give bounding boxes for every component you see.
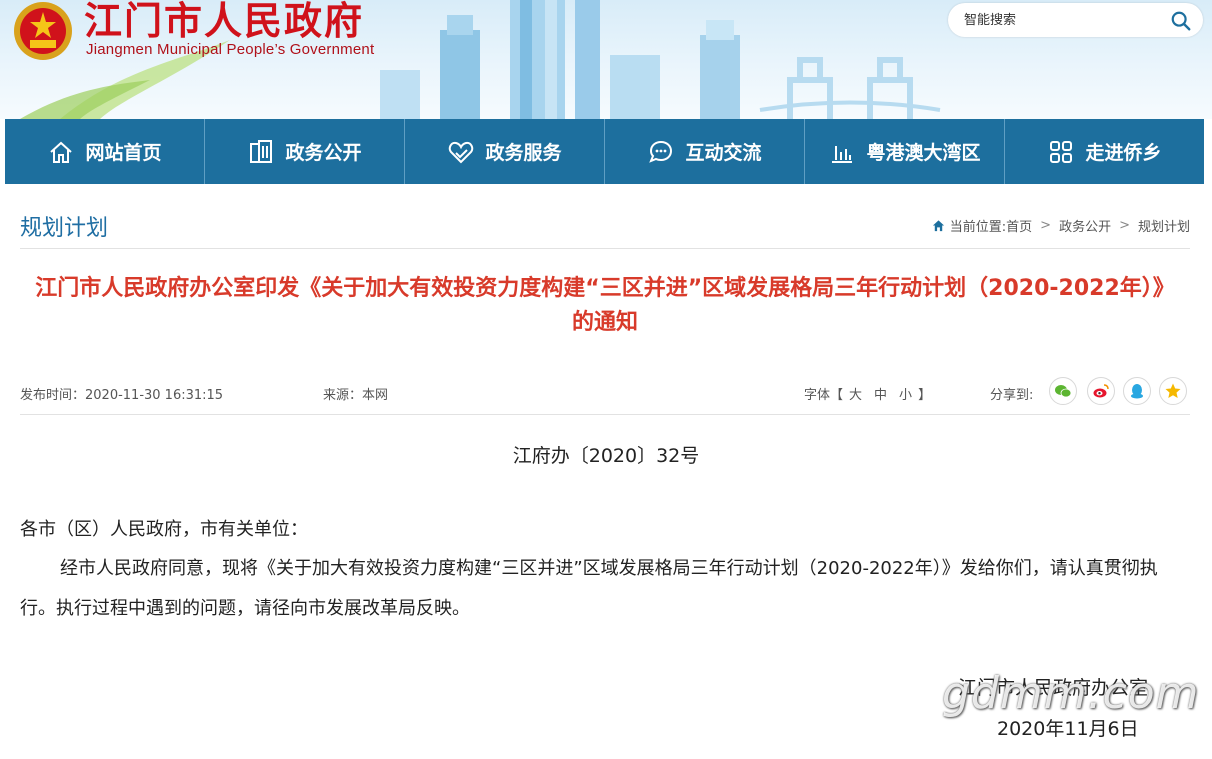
publish-time: 发布时间：2020-11-30 16:31:15 — [20, 388, 224, 403]
nav-item-greater-bay-area[interactable]: 粤港澳大湾区 — [805, 119, 1005, 184]
breadcrumb-separator: > — [1119, 218, 1130, 233]
font-medium-button[interactable]: 中 — [874, 388, 887, 403]
qq-icon — [1131, 384, 1143, 399]
building-icon — [250, 139, 273, 163]
nav-item-label: 网站首页 — [85, 142, 162, 164]
nav-item-label: 政务服务 — [485, 142, 562, 164]
wechat-icon — [1055, 385, 1072, 398]
nav-item-hometown[interactable]: 走进侨乡 — [1005, 119, 1204, 184]
section-title: 规划计划 — [20, 216, 109, 241]
salutation: 各市（区）人民政府，市有关单位： — [20, 519, 308, 540]
search-icon[interactable] — [1170, 10, 1192, 32]
breadcrumb-gov-affairs-link[interactable]: 政务公开 — [1059, 216, 1111, 235]
breadcrumb: 当前位置: 首页 > 政务公开 > 规划计划 — [932, 216, 1190, 235]
weibo-icon — [1093, 384, 1109, 398]
site-title: 江门市人民政府 — [84, 0, 365, 43]
divider — [20, 248, 1190, 249]
article-title: 江门市人民政府办公室印发《关于加大有效投资力度构建“三区并进”区域发展格局三年行… — [35, 276, 1175, 335]
breadcrumb-current[interactable]: 规划计划 — [1138, 216, 1190, 235]
home-icon — [932, 220, 944, 232]
share-wechat-button[interactable] — [1049, 377, 1077, 405]
site-header: 江门市人民政府 Jiangmen Municipal People’s Gove… — [0, 0, 1212, 119]
font-label-close: 】 — [918, 388, 932, 403]
share-qzone-button[interactable] — [1159, 377, 1187, 405]
breadcrumb-home-link[interactable]: 首页 — [1006, 216, 1032, 235]
nav-item-gov-services[interactable]: 政务服务 — [405, 119, 605, 184]
article-meta: 发布时间：2020-11-30 16:31:15 来源：本网 — [20, 384, 388, 403]
breadcrumb-prefix: 当前位置: — [949, 220, 1007, 235]
font-small-button[interactable]: 小 — [899, 388, 912, 403]
site-subtitle: Jiangmen Municipal People’s Government — [86, 41, 375, 58]
font-large-button[interactable]: 大 — [849, 388, 862, 403]
chat-bubbles-icon — [649, 140, 673, 163]
nav-item-label: 政务公开 — [285, 142, 362, 164]
nav-item-home[interactable]: 网站首页 — [5, 119, 205, 184]
search-input[interactable] — [964, 11, 1154, 29]
document-number: 江府办〔2020〕32号 — [512, 445, 700, 467]
bar-chart-icon — [832, 145, 853, 163]
home-icon — [50, 141, 73, 163]
watermark: gdmm.com — [942, 668, 1200, 719]
body-paragraph: 经市人民政府同意，现将《关于加大有效投资力度构建“三区并进”区域发展格局三年行动… — [20, 558, 1158, 619]
nav-item-gov-affairs[interactable]: 政务公开 — [205, 119, 405, 184]
heart-hands-icon — [449, 141, 474, 163]
font-label: 字体【 — [804, 388, 844, 403]
national-emblem-logo — [14, 2, 72, 60]
nav-item-interaction[interactable]: 互动交流 — [605, 119, 805, 184]
nav-item-label: 粤港澳大湾区 — [866, 142, 981, 164]
breadcrumb-separator: > — [1040, 218, 1052, 233]
article-source: 来源：本网 — [323, 388, 389, 403]
nav-item-label: 互动交流 — [685, 142, 762, 164]
share-label: 分享到: — [990, 388, 1034, 403]
share-weibo-button[interactable] — [1087, 377, 1115, 405]
qzone-icon — [1165, 383, 1181, 398]
search-box — [948, 3, 1203, 37]
font-size-control: 字体【大中小】 — [804, 384, 931, 403]
nav-item-label: 走进侨乡 — [1085, 142, 1162, 164]
main-nav: 网站首页 政务公开 政务服务 互动交流 粤港澳大湾区 走进侨乡 — [5, 119, 1204, 184]
grid-icon — [1050, 140, 1073, 163]
share-qq-button[interactable] — [1123, 377, 1151, 405]
divider — [20, 414, 1190, 415]
